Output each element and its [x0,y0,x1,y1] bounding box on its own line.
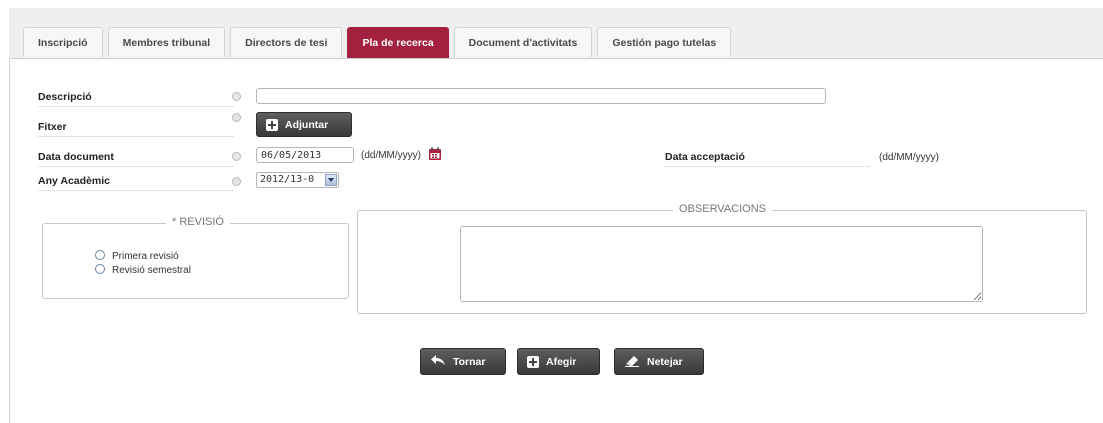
revisio-fieldset [42,223,349,299]
netejar-button[interactable]: Netejar [614,348,704,375]
any-academic-select[interactable]: 2012/13-0 [256,172,339,188]
data-document-info-icon[interactable] [232,152,241,161]
data-document-input[interactable]: 06/05/2013 [256,147,354,163]
eraser-icon [624,354,640,370]
data-document-label: Data document [38,151,233,167]
data-document-format-hint: (dd/MM/yyyy) [361,150,421,161]
fitxer-info-icon[interactable] [232,113,241,122]
dropdown-arrow-icon[interactable] [325,174,337,186]
observacions-legend: OBSERVACIONS [673,203,773,215]
afegir-button-label: Afegir [546,355,577,368]
tab-membres-tribunal[interactable]: Membres tribunal [107,27,226,57]
tab-pla-de-recerca[interactable]: Pla de recerca [347,27,449,58]
radio-revisio-semestral-label: Revisió semestral [112,265,191,276]
plus-icon [527,355,539,368]
descripcio-input[interactable] [256,88,826,104]
tab-gestion-pago-tutelas[interactable]: Gestión pago tutelas [597,27,732,57]
observacions-textarea[interactable] [460,226,983,302]
any-academic-label: Any Acadèmic [38,175,233,191]
tornar-button-label: Tornar [453,355,486,368]
tornar-button[interactable]: Tornar [420,348,506,375]
radio-revisio-semestral[interactable] [95,264,105,274]
radio-primera-revisio-label: Primera revisió [112,251,179,262]
revisio-legend: * REVISIÓ [166,216,230,228]
calendar-icon[interactable] [428,147,442,161]
adjuntar-button-label: Adjuntar [285,118,329,131]
radio-primera-revisio[interactable] [95,250,105,260]
data-acceptacio-label: Data acceptació [665,151,870,167]
undo-arrow-icon [430,354,446,369]
descripcio-label: Descripció [38,91,233,107]
data-acceptacio-format-hint: (dd/MM/yyyy) [879,152,939,163]
tab-document-activitats[interactable]: Document d'activitats [453,27,593,57]
any-academic-select-value: 2012/13-0 [260,174,315,185]
descripcio-info-icon[interactable] [232,92,241,101]
any-academic-info-icon[interactable] [232,177,241,186]
tab-inscripcio[interactable]: Inscripció [23,27,103,57]
tab-bar: Inscripció Membres tribunal Directors de… [23,27,736,58]
adjuntar-button[interactable]: Adjuntar [256,112,352,137]
netejar-button-label: Netejar [647,355,683,368]
tab-directors-de-tesi[interactable]: Directors de tesi [230,27,343,57]
afegir-button[interactable]: Afegir [517,348,600,375]
fitxer-label: Fitxer [38,121,233,137]
plus-icon [266,118,278,131]
